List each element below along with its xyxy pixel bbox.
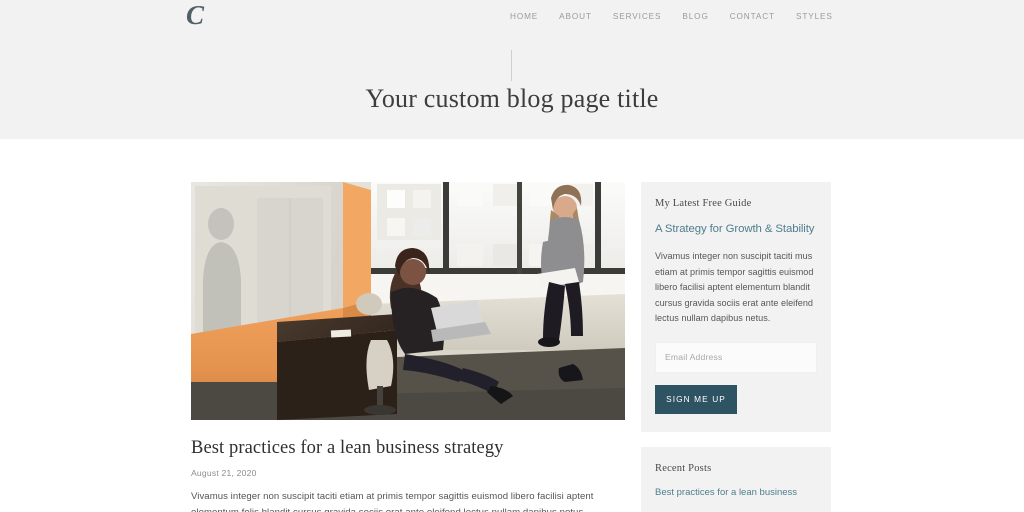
nav-item-styles[interactable]: STYLES bbox=[796, 12, 833, 21]
guide-panel: My Latest Free Guide A Strategy for Grow… bbox=[641, 182, 831, 432]
sidebar: My Latest Free Guide A Strategy for Grow… bbox=[641, 182, 831, 512]
recent-post-link[interactable]: Best practices for a lean business bbox=[655, 486, 817, 501]
featured-post: Best practices for a lean business strat… bbox=[191, 182, 625, 512]
site-header: C HOME ABOUT SERVICES BLOG CONTACT STYLE… bbox=[0, 0, 1024, 139]
post-excerpt: Vivamus integer non suscipit taciti etia… bbox=[191, 491, 594, 512]
post-date: August 21, 2020 bbox=[191, 468, 257, 478]
recent-posts-heading: Recent Posts bbox=[655, 462, 712, 474]
nav-item-contact[interactable]: CONTACT bbox=[730, 12, 775, 21]
guide-panel-heading: My Latest Free Guide bbox=[655, 198, 752, 209]
nav-item-services[interactable]: SERVICES bbox=[613, 12, 661, 21]
post-title[interactable]: Best practices for a lean business strat… bbox=[191, 436, 625, 460]
sign-me-up-button[interactable]: SIGN ME UP bbox=[655, 384, 737, 414]
site-logo[interactable]: C bbox=[186, 0, 226, 32]
page-title: Your custom blog page title bbox=[365, 84, 659, 113]
guide-title-link[interactable]: A Strategy for Growth & Stability bbox=[655, 222, 817, 237]
nav-item-blog[interactable]: BLOG bbox=[682, 12, 708, 21]
guide-description: Vivamus integer non suscipit taciti mus … bbox=[655, 251, 814, 323]
main-navigation: HOME ABOUT SERVICES BLOG CONTACT STYLES bbox=[510, 8, 850, 24]
nav-item-home[interactable]: HOME bbox=[510, 12, 538, 21]
nav-item-about[interactable]: ABOUT bbox=[559, 12, 592, 21]
email-input[interactable] bbox=[655, 341, 817, 373]
office-photo-illustration bbox=[191, 182, 625, 420]
blog-page: C HOME ABOUT SERVICES BLOG CONTACT STYLE… bbox=[0, 0, 1024, 512]
recent-posts-panel: Recent Posts Best practices for a lean b… bbox=[641, 446, 831, 512]
post-hero-image bbox=[191, 182, 625, 420]
title-divider bbox=[511, 50, 512, 81]
